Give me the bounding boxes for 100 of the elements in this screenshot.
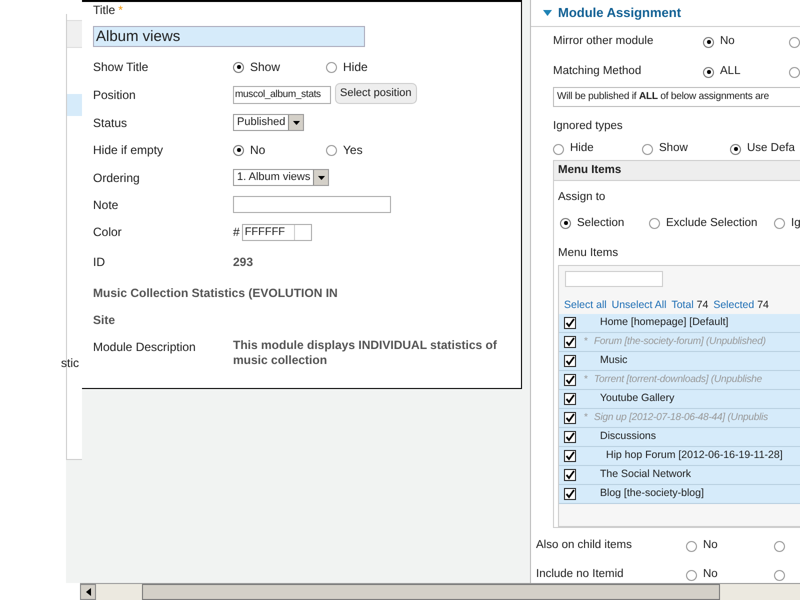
- menu-item-label: The Social Network: [600, 466, 692, 482]
- checkbox[interactable]: [564, 412, 576, 424]
- menu-item-label: Hip hop Forum [2012-06-16-19-11-28]: [606, 448, 783, 463]
- menu-item-row[interactable]: Hip hop Forum [2012-06-16-19-11-28]: [559, 446, 800, 466]
- list-link[interactable]: Select all: [564, 298, 607, 314]
- field-label: Menu Items: [558, 246, 620, 262]
- radio-button[interactable]: [730, 144, 741, 154]
- info-box: Will be published if ALL of below assignments are: [553, 87, 800, 107]
- menu-item-row[interactable]: Youtube Gallery: [559, 390, 800, 408]
- field-label: Matching Method: [553, 64, 642, 80]
- select-position-button[interactable]: Select position: [335, 82, 417, 104]
- radio-label: Yes: [343, 142, 363, 159]
- checkbox[interactable]: [564, 354, 576, 366]
- field-label: Also on child items: [536, 538, 633, 554]
- radio-button[interactable]: [774, 218, 785, 229]
- radio-label: Exclude Selection: [666, 216, 758, 231]
- menu-item-row[interactable]: Home [homepage] [Default]: [559, 314, 800, 332]
- scroll-left-button[interactable]: [80, 584, 96, 600]
- box-header: Menu Items: [554, 161, 800, 181]
- position-input[interactable]: muscol_album_stats: [233, 86, 331, 104]
- radio-label: Hide: [343, 59, 368, 76]
- field-label: Ordering: [93, 170, 141, 187]
- collapse-toggle[interactable]: [543, 10, 552, 16]
- list-link[interactable]: Selected: [713, 298, 754, 314]
- field-label: Ignored types: [553, 119, 624, 134]
- field-label: Hide if empty: [93, 142, 164, 159]
- list-link[interactable]: Unselect All: [612, 298, 666, 314]
- radio-button[interactable]: [560, 218, 571, 229]
- filter-input[interactable]: [565, 270, 663, 286]
- field-label: Color: [93, 224, 123, 241]
- radio-button[interactable]: [774, 570, 785, 580]
- radio-label: Show: [659, 141, 688, 156]
- left-arrow-icon: [86, 588, 90, 596]
- count-text: 74: [696, 298, 708, 313]
- menu-item-label: Forum [the-society-forum] (Unpublished): [594, 335, 766, 349]
- radio-label: No: [703, 567, 718, 582]
- list-link[interactable]: Total: [671, 298, 694, 314]
- dropdown[interactable]: Published: [233, 114, 304, 131]
- checkbox[interactable]: [564, 450, 576, 462]
- menu-item-label: Youtube Gallery: [600, 390, 674, 406]
- color-input[interactable]: FFFFFF: [242, 224, 312, 240]
- radio-button[interactable]: [789, 66, 800, 78]
- title-input[interactable]: Album views: [93, 26, 365, 47]
- field-label: Music Collection Statistics (EVOLUTION IN: [93, 285, 338, 302]
- field-label: Status: [93, 115, 128, 132]
- checkbox[interactable]: [564, 316, 576, 328]
- radio-button[interactable]: [233, 144, 244, 156]
- radio-button[interactable]: [642, 144, 653, 154]
- checkbox[interactable]: [564, 488, 576, 500]
- menu-item-row[interactable]: The Social Network: [559, 466, 800, 484]
- checkbox[interactable]: [564, 468, 576, 480]
- note-input[interactable]: [233, 196, 391, 213]
- radio-button[interactable]: [686, 540, 697, 552]
- radio-label: No: [250, 142, 266, 159]
- radio-button[interactable]: [686, 570, 697, 580]
- radio-button[interactable]: [789, 36, 800, 48]
- field-label: Site: [93, 312, 116, 329]
- field-label: Position: [93, 87, 137, 104]
- menu-item-label: Discussions: [600, 428, 656, 444]
- radio-button[interactable]: [553, 144, 564, 154]
- radio-label: Selection: [577, 216, 624, 231]
- radio-button[interactable]: [326, 144, 337, 156]
- radio-label: ALL: [720, 64, 740, 80]
- section-title: Module Assignment: [558, 4, 682, 22]
- scroll-thumb[interactable]: [142, 584, 720, 600]
- count-text: 74: [757, 298, 769, 313]
- menu-item-label: Home [homepage] [Default]: [600, 314, 728, 330]
- field-label: Show Title: [93, 59, 150, 76]
- radio-button[interactable]: [703, 66, 714, 78]
- radio-button[interactable]: [326, 62, 337, 72]
- radio-label: Hide: [570, 141, 594, 156]
- menu-item-label: Music: [600, 352, 628, 368]
- radio-button[interactable]: [774, 540, 785, 552]
- radio-label: Use Defa: [747, 141, 795, 156]
- radio-button[interactable]: [233, 62, 244, 72]
- dropdown[interactable]: 1. Album views: [233, 169, 330, 186]
- field-value: 293: [233, 255, 254, 270]
- hash-sign: #: [233, 224, 240, 241]
- horizontal-scrollbar[interactable]: [80, 583, 800, 600]
- unpublished-mark: *: [584, 335, 589, 349]
- radio-button[interactable]: [703, 36, 714, 48]
- required-mark: *: [118, 2, 123, 19]
- menu-item-label: Blog [the-society-blog]: [600, 486, 704, 501]
- menu-item-row[interactable]: Music: [559, 352, 800, 370]
- unpublished-mark: *: [584, 411, 589, 425]
- checkbox[interactable]: [564, 374, 576, 386]
- checkbox[interactable]: [564, 430, 576, 442]
- radio-button[interactable]: [649, 218, 660, 229]
- menu-item-row[interactable]: Discussions: [559, 428, 800, 446]
- checkbox[interactable]: [564, 392, 576, 404]
- field-label: Mirror other module: [553, 34, 654, 50]
- menu-item-label: Torrent [torrent-downloads] (Unpublishe: [594, 373, 762, 387]
- radio-label: No: [703, 538, 718, 554]
- dropdown-arrow-icon: [318, 176, 325, 180]
- field-label: Include no Itemid: [536, 567, 625, 582]
- field-label: Module Description: [93, 339, 197, 356]
- menu-item-row[interactable]: Blog [the-society-blog]: [559, 484, 800, 504]
- field-label: Title: [93, 2, 116, 19]
- checkbox[interactable]: [564, 336, 576, 348]
- field-value: This module displays INDIVIDUAL statistics of music collection: [233, 338, 498, 368]
